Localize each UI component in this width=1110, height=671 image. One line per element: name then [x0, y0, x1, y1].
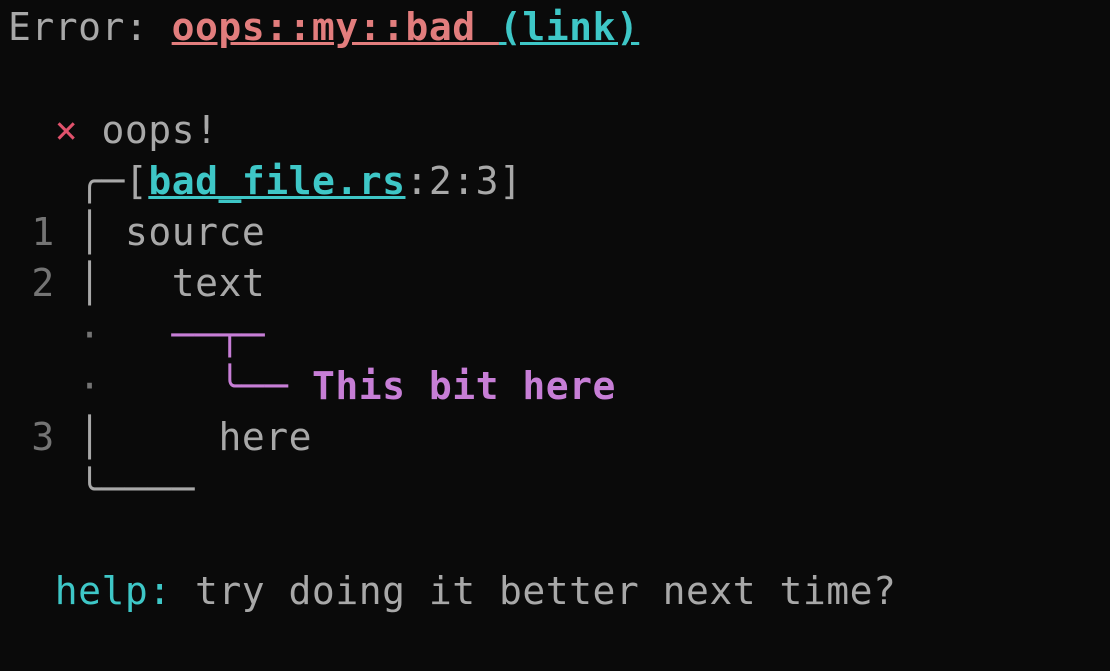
line-number: 2	[31, 261, 54, 305]
source-col: 3	[476, 159, 499, 203]
error-code-link[interactable]: oops::my::bad	[172, 5, 499, 49]
line-number: 1	[31, 210, 54, 254]
code-line: source	[125, 210, 265, 254]
box-corner-tl: ╭	[78, 159, 101, 203]
annotation-text: This bit here	[312, 364, 616, 408]
code-line: text	[125, 261, 265, 305]
gutter-dot: ·	[78, 364, 101, 408]
code-line: here	[125, 415, 312, 459]
error-message: oops!	[102, 108, 219, 152]
error-doc-link[interactable]: (link)	[499, 5, 639, 49]
gutter-dot: ·	[78, 313, 101, 357]
error-label: Error:	[8, 5, 172, 49]
box-vline: │	[78, 261, 101, 305]
underline-arm: ╰──	[218, 364, 312, 408]
box-hline: ─	[102, 159, 125, 203]
box-vline: │	[78, 210, 101, 254]
source-line: 2	[429, 159, 452, 203]
source-file-link[interactable]: bad_file.rs	[148, 159, 405, 203]
underline-marker: ──┬─	[172, 313, 266, 357]
help-text: try doing it better next time?	[195, 569, 896, 613]
box-vline: │	[78, 415, 101, 459]
help-label: help:	[55, 569, 195, 613]
box-hline: ────	[102, 467, 196, 511]
box-corner-bl: ╰	[78, 467, 101, 511]
cross-icon: ×	[55, 108, 78, 152]
line-number: 3	[31, 415, 54, 459]
